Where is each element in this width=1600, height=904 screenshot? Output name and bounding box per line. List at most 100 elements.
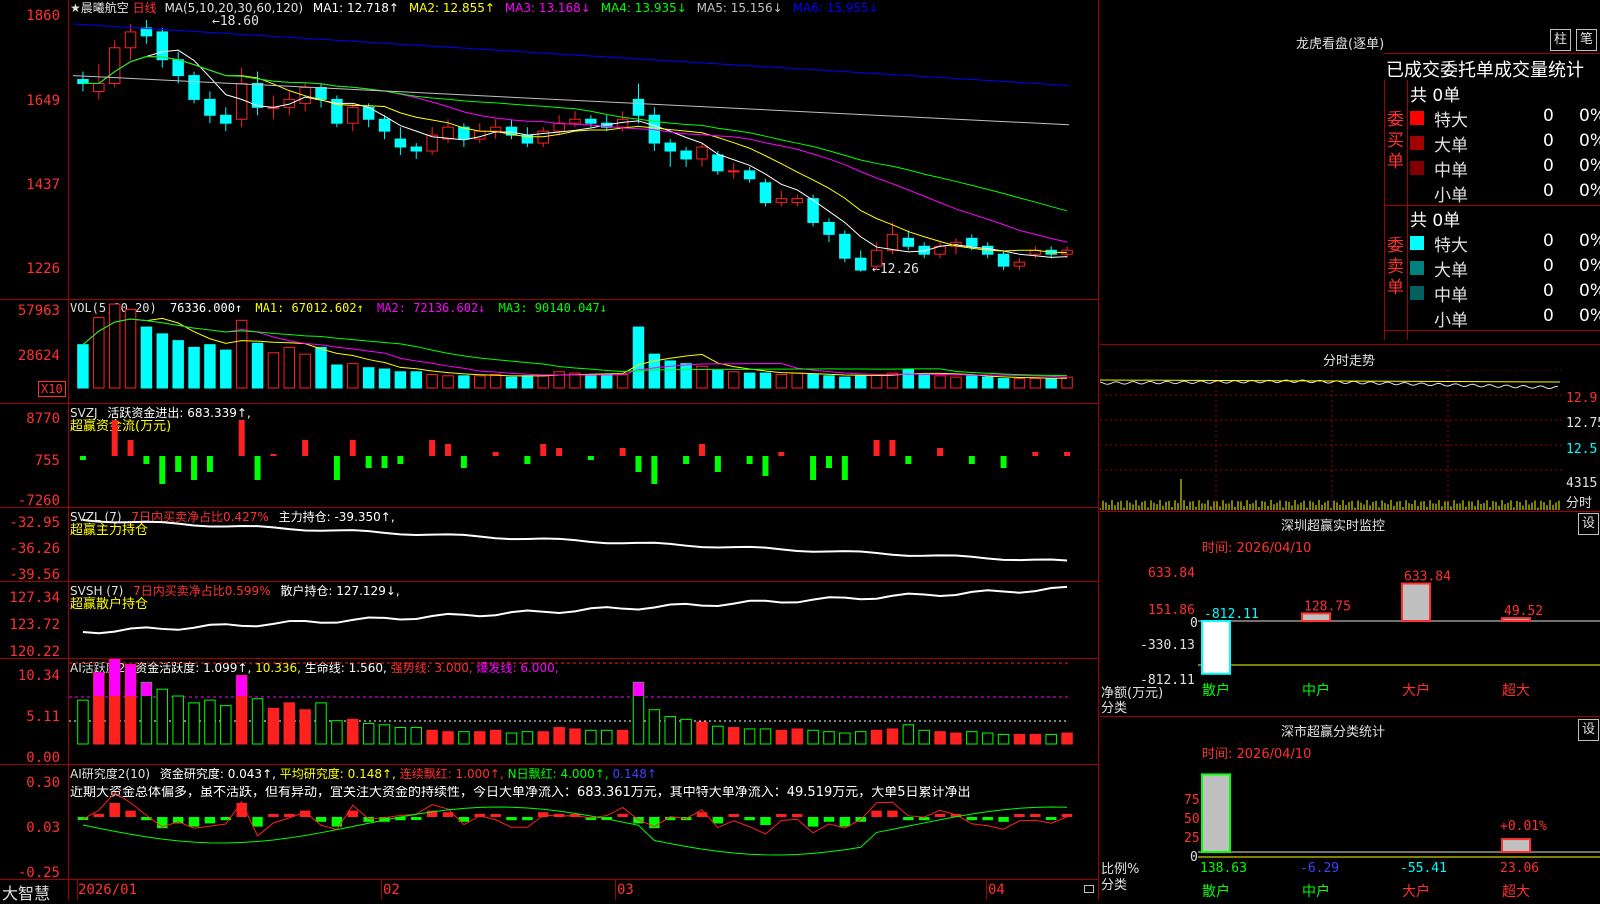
activity-bar [505, 732, 518, 745]
ma-params[interactable]: MA(5,10,20,30,60,120) [164, 1, 303, 15]
activity-bar [823, 731, 835, 745]
research-bar [744, 817, 755, 821]
volume-bar [680, 363, 692, 389]
flow-bar [143, 456, 150, 464]
class-settings-button[interactable]: 设 [1578, 719, 1600, 741]
ai2-ytick-2: -0.25 [17, 865, 60, 881]
main-ytick-3: 1226 [26, 261, 60, 277]
activity-bar [870, 729, 883, 745]
flow-bar [714, 456, 721, 472]
candle [585, 118, 597, 124]
class-ytick-1: 50 [1184, 812, 1200, 827]
candle [569, 118, 581, 124]
monitor-time: 时间: 2026/04/10 [1202, 541, 1312, 556]
flow-bar [79, 456, 86, 460]
class-title: 深市超赢分类统计 [1281, 725, 1386, 740]
volume-bar [474, 375, 486, 389]
brand-logo: 大智慧 [2, 884, 51, 903]
stock-name[interactable]: ★晨曦航空 [70, 1, 129, 15]
class-extra-label: +0.01% [1500, 819, 1547, 834]
class-category: 超大 [1502, 884, 1530, 900]
flow-bar [778, 452, 785, 456]
activity-bar [902, 724, 915, 745]
volume-bar [870, 373, 883, 389]
research-bar [791, 814, 803, 817]
volume-bar [997, 378, 1010, 389]
research-bar [903, 817, 914, 821]
volume-bar [727, 371, 740, 389]
volume-bar [616, 373, 629, 389]
tick-mode-button[interactable]: 笔 [1576, 29, 1598, 51]
candle [839, 233, 851, 259]
flow-bar [651, 456, 658, 484]
activity-bar [696, 721, 708, 745]
activity-bar [331, 720, 343, 745]
research-bar [93, 813, 105, 817]
volume-bar [267, 352, 280, 389]
period-label[interactable]: 日线 [133, 1, 157, 15]
ma30-line [82, 56, 1068, 212]
candle [283, 98, 296, 108]
volume-chart[interactable] [69, 300, 1098, 403]
activity-bar [648, 709, 661, 745]
class-bar [1501, 838, 1531, 854]
volume-bar [648, 353, 661, 389]
x-sep-0 [77, 880, 78, 900]
vol-ytick-0: 57963 [17, 303, 60, 319]
volume-bar [601, 373, 613, 389]
activity-bar [77, 699, 89, 745]
order-percent: 0% [1579, 256, 1600, 276]
order-type-label: 大单 [1434, 136, 1468, 156]
candlestick-chart[interactable] [69, 16, 1098, 298]
research-bar [363, 817, 374, 822]
buy-side-label: 委买单 [1387, 110, 1404, 172]
activity-chart[interactable] [69, 659, 1098, 764]
volume-bar [124, 308, 137, 389]
activity-bar [950, 732, 962, 745]
sell-side-label: 委卖单 [1387, 236, 1404, 298]
research-bar [776, 814, 787, 817]
research-bar [315, 817, 327, 822]
retail-holding-chart[interactable] [69, 582, 1098, 658]
flow-bar [556, 448, 563, 456]
activity-bar [918, 729, 930, 745]
volume-bar [823, 375, 835, 389]
order-percent: 0% [1579, 281, 1600, 301]
research-bar [252, 817, 263, 827]
svzj-ytick-2: -7260 [17, 493, 60, 509]
monitor-cat-label: 分类 [1101, 701, 1128, 716]
research-chart[interactable] [69, 765, 1098, 879]
main-holding-chart[interactable] [69, 508, 1098, 581]
candle [886, 233, 899, 251]
activity-bar [156, 688, 169, 745]
activity-bar [1045, 733, 1057, 745]
intraday-chart[interactable] [1100, 370, 1565, 510]
order-type-label: 中单 [1434, 286, 1468, 306]
candle [124, 31, 137, 49]
fund-flow-chart[interactable] [69, 404, 1098, 507]
svzl-ytick-0: -32.95 [9, 515, 60, 531]
order-type-label: 大单 [1434, 261, 1468, 281]
order-count: 0 [1543, 231, 1554, 251]
ai2-ytick-0: 0.30 [26, 775, 60, 791]
flow-bar [365, 456, 372, 468]
flow-bar [762, 456, 769, 476]
activity-bar [172, 695, 184, 745]
volume-bar [839, 376, 851, 389]
monitor-ytick-2: 0 [1190, 616, 1198, 631]
monitor-settings-button[interactable]: 设 [1578, 513, 1600, 535]
flow-bar [191, 456, 198, 480]
flow-bar [937, 448, 944, 456]
flow-bar [175, 456, 182, 472]
class-bar-chart[interactable]: 138.63 散户 -6.29 中户 -55.41 大户 23.06 超大 +0.01% [1100, 760, 1600, 900]
lock-icon[interactable] [1084, 885, 1094, 893]
ma120-line [72, 23, 1070, 86]
class-bar-value: 138.63 [1200, 861, 1247, 876]
monitor-bar [1201, 620, 1231, 675]
stat-hline-bot [1384, 330, 1600, 331]
activity-bar [537, 731, 549, 745]
bar-mode-button[interactable]: 柱 [1550, 29, 1572, 51]
candle [172, 59, 184, 77]
main-ytick-0: 1860 [26, 8, 60, 24]
activity-bar [934, 731, 946, 745]
